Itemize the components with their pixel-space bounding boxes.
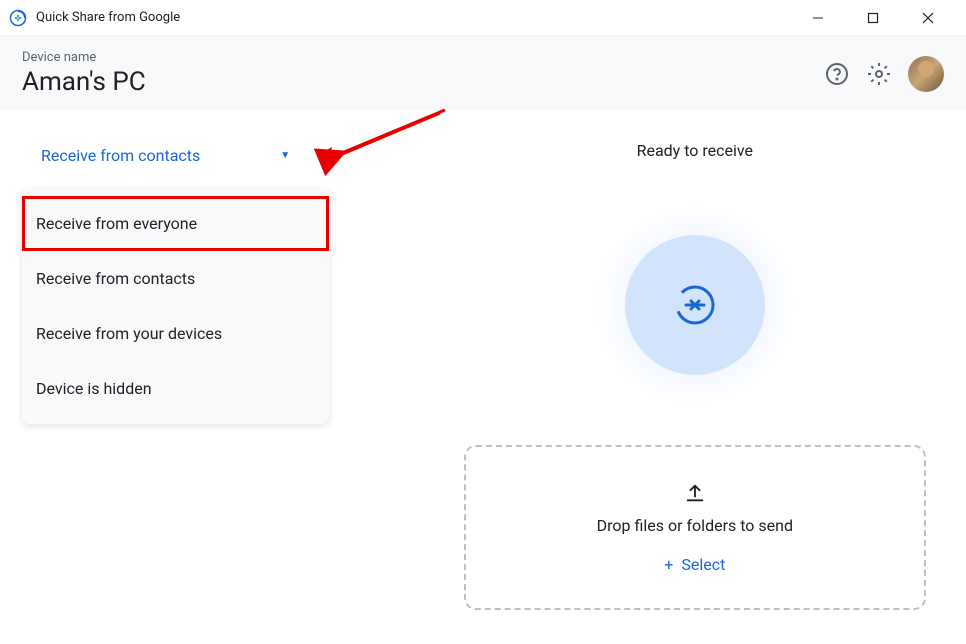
title-bar: Quick Share from Google <box>0 0 966 36</box>
drop-text: Drop files or folders to send <box>597 516 793 535</box>
help-icon[interactable] <box>824 61 850 87</box>
receive-indicator <box>590 200 800 410</box>
window-controls <box>803 3 943 33</box>
app-icon <box>8 8 28 28</box>
device-info: Device name Aman's PC <box>22 50 824 97</box>
header-actions <box>824 56 944 92</box>
maximize-button[interactable] <box>858 3 888 33</box>
minimize-button[interactable] <box>803 3 833 33</box>
avatar[interactable] <box>908 56 944 92</box>
menu-item-everyone[interactable]: Receive from everyone <box>22 196 329 251</box>
menu-item-hidden[interactable]: Device is hidden <box>22 361 329 416</box>
main-content: Receive from contacts ▼ Receive from eve… <box>0 111 966 644</box>
receive-mode-dropdown[interactable]: Receive from contacts ▼ <box>36 141 464 170</box>
right-panel: Ready to receive Drop files or folders t… <box>464 111 966 644</box>
menu-item-contacts[interactable]: Receive from contacts <box>22 251 329 306</box>
select-button[interactable]: + Select <box>664 555 725 574</box>
plus-icon: + <box>664 555 673 574</box>
app-header: Device name Aman's PC <box>0 36 966 111</box>
close-button[interactable] <box>913 3 943 33</box>
app-title: Quick Share from Google <box>36 10 803 25</box>
left-panel: Receive from contacts ▼ Receive from eve… <box>0 111 464 644</box>
receive-circle <box>625 235 765 375</box>
chevron-down-icon: ▼ <box>280 150 290 161</box>
select-label: Select <box>681 555 725 574</box>
drop-zone[interactable]: Drop files or folders to send + Select <box>464 445 926 610</box>
settings-icon[interactable] <box>866 61 892 87</box>
device-name: Aman's PC <box>22 67 824 97</box>
share-icon <box>671 281 719 329</box>
upload-icon <box>684 482 706 504</box>
dropdown-selected-label: Receive from contacts <box>41 146 200 165</box>
menu-item-your-devices[interactable]: Receive from your devices <box>22 306 329 361</box>
device-name-label: Device name <box>22 50 824 65</box>
status-text: Ready to receive <box>637 141 753 160</box>
receive-mode-menu: Receive from everyone Receive from conta… <box>22 188 329 424</box>
